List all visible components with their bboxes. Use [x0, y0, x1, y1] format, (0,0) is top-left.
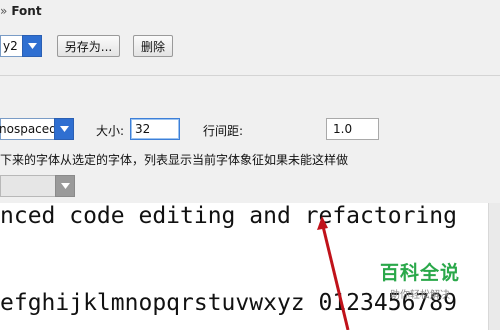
watermark-logo: 百科全说 助你轻松解决 — [370, 258, 470, 301]
watermark-subtitle: 助你轻松解决 — [390, 290, 450, 301]
watermark-title: 百科全说 — [379, 262, 460, 284]
